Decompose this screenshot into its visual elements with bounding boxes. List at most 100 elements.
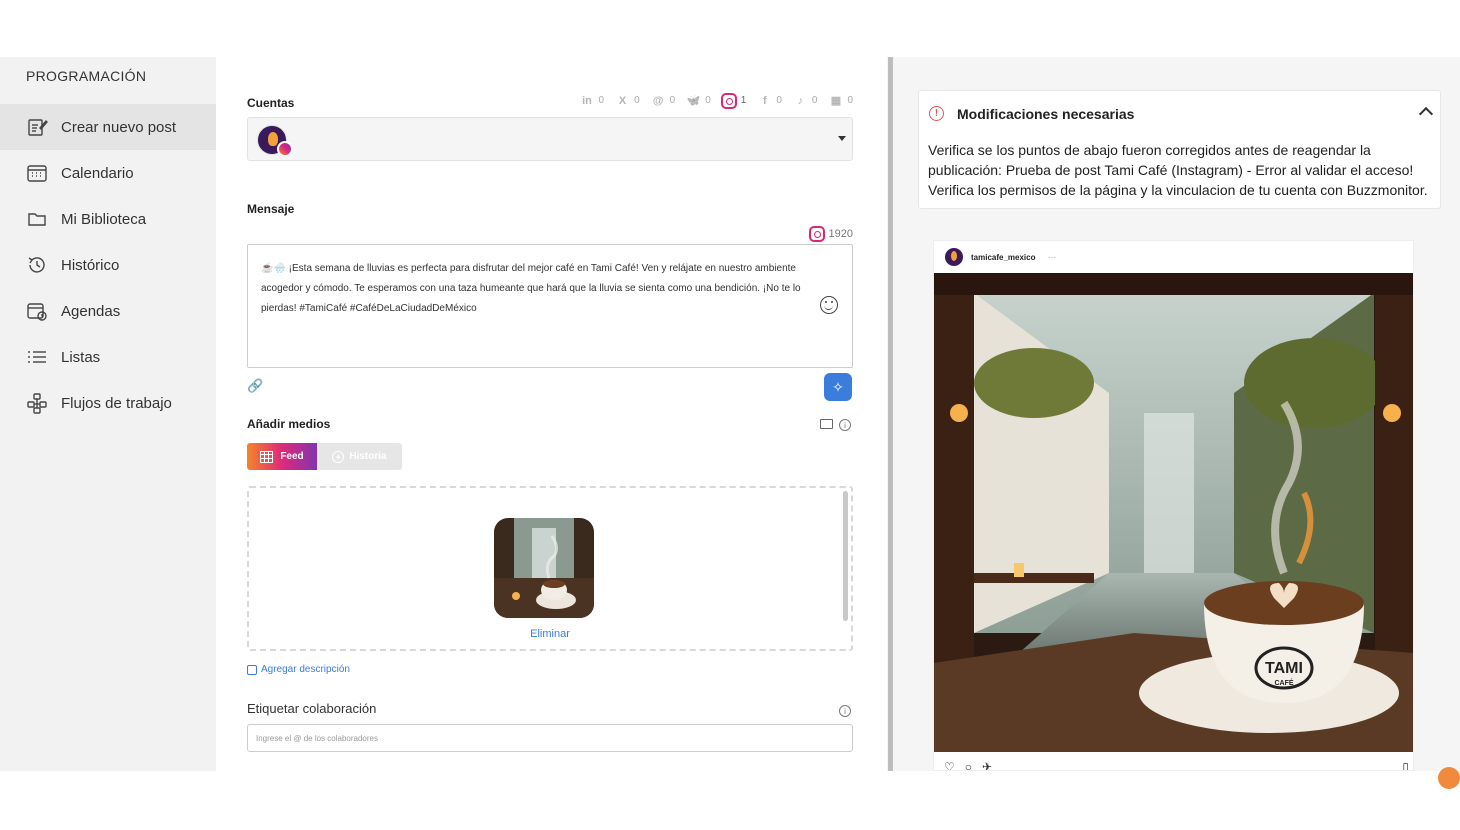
post-composer: Cuentas in 0 X0 @0 🦋 0 1 f0 ♪ 0 ▦ 0 Mensaje … <box>247 57 853 771</box>
account-selector[interactable] <box>247 117 853 161</box>
delete-media-link[interactable]: Eliminar <box>249 628 851 640</box>
sidebar-item-workflows[interactable]: Flujos de trabajo <box>0 380 216 426</box>
cup-logo-text: TAMI <box>1265 660 1303 677</box>
chevron-down-icon <box>838 136 846 141</box>
collab-input[interactable] <box>247 724 853 752</box>
folder-icon <box>26 208 48 230</box>
media-actions: i <box>820 417 851 431</box>
media-label: Añadir medios <box>247 417 331 431</box>
media-thumbnail[interactable] <box>494 518 594 618</box>
network-instagram[interactable]: 1 <box>721 92 747 109</box>
preview-image: TAMI CAFÉ <box>934 273 1413 752</box>
network-count: 0 <box>847 95 853 106</box>
network-counters: in 0 X0 @0 🦋 0 1 f0 ♪ 0 ▦ 0 <box>579 92 853 109</box>
network-count: 0 <box>598 95 605 106</box>
grid-icon <box>260 450 274 463</box>
sidebar-item-history[interactable]: Histórico <box>0 242 216 288</box>
sidebar-item-label: Crear nuevo post <box>61 118 177 136</box>
sidebar-item-library[interactable]: Mi Biblioteca <box>0 196 216 242</box>
info-icon[interactable]: i <box>839 419 851 431</box>
emoji-picker-icon[interactable] <box>820 296 838 314</box>
tab-label: Feed <box>280 451 304 462</box>
linkedin-icon: in <box>582 94 592 107</box>
message-label: Mensaje <box>247 202 295 216</box>
history-icon <box>26 254 48 276</box>
char-limit: 1920 <box>828 228 853 240</box>
network-count: 0 <box>705 95 711 106</box>
help-chat-button[interactable] <box>1438 767 1460 789</box>
tab-label: Historia <box>349 451 387 462</box>
instagram-preview-card: tamicafe_mexico ··· TAMI CAFÉ ♡ ○ ✈ ▯ <box>933 240 1414 771</box>
network-google-business[interactable]: ▦ 0 <box>827 92 853 109</box>
sidebar-heading: PROGRAMACIÓN <box>26 68 147 84</box>
sidebar-item-calendar[interactable]: Calendario <box>0 150 216 196</box>
ai-assistant-button[interactable]: ✧ <box>824 373 852 401</box>
add-description-link[interactable]: Agregar descripción <box>247 664 350 675</box>
workflow-icon <box>26 392 48 414</box>
threads-icon: @ <box>652 94 664 107</box>
preview-header: tamicafe_mexico ··· <box>934 241 1413 273</box>
comment-icon: ○ <box>964 760 973 771</box>
sidebar-item-lists[interactable]: Listas <box>0 334 216 380</box>
tab-feed[interactable]: Feed <box>247 443 317 470</box>
list-icon <box>26 346 48 368</box>
google-business-icon: ▦ <box>830 95 842 107</box>
network-facebook[interactable]: f0 <box>756 92 782 109</box>
message-textarea[interactable]: ☕🌧️ ¡Esta semana de lluvias es perfecta … <box>247 244 853 368</box>
network-count: 0 <box>811 95 818 106</box>
heart-icon: ♡ <box>944 760 955 771</box>
network-count: 0 <box>669 95 676 106</box>
network-threads[interactable]: @0 <box>650 92 676 109</box>
sidebar-item-label: Mi Biblioteca <box>61 210 147 228</box>
folder-icon[interactable] <box>820 419 833 429</box>
network-linkedin[interactable]: in 0 <box>579 92 605 109</box>
chevron-up-icon[interactable] <box>1418 106 1434 122</box>
link-icon[interactable]: 🔗 <box>247 378 263 393</box>
edit-post-icon <box>26 116 48 138</box>
media-drop-zone[interactable]: Eliminar <box>247 486 853 651</box>
add-description-label: Agregar descripción <box>261 664 350 675</box>
preview-username: tamicafe_mexico <box>971 252 1036 262</box>
sidebar-item-label: Histórico <box>61 256 120 274</box>
alert-title: Modificaciones necesarias <box>957 106 1135 122</box>
tiktok-icon: ♪ <box>797 94 804 107</box>
more-icon: ··· <box>1047 252 1057 262</box>
sidebar-item-label: Calendario <box>61 164 134 182</box>
network-bluesky[interactable]: 🦋 0 <box>685 92 711 109</box>
scrollbar[interactable] <box>843 491 848 621</box>
instagram-badge-icon <box>277 141 293 157</box>
plus-circle-icon: + <box>332 450 345 463</box>
accounts-row: Cuentas in 0 X0 @0 🦋 0 1 f0 ♪ 0 ▦ 0 <box>247 92 853 110</box>
accounts-label: Cuentas <box>247 96 295 110</box>
description-icon <box>247 664 257 675</box>
network-x[interactable]: X0 <box>614 92 640 109</box>
collab-label: Etiquetar colaboración <box>247 701 377 716</box>
instagram-icon <box>808 226 825 242</box>
preview-panel: ! Modificaciones necesarias Verifica se … <box>896 57 1460 789</box>
tab-story[interactable]: + Historia <box>317 443 402 470</box>
x-icon: X <box>618 94 627 107</box>
app-root: PROGRAMACIÓN Crear nuevo post Calendario… <box>0 57 1460 789</box>
preview-actions: ♡ ○ ✈ ▯ <box>944 760 1409 771</box>
sparkle-icon: ✧ <box>832 378 844 395</box>
preview-avatar <box>945 248 963 266</box>
bluesky-icon: 🦋 <box>686 95 701 107</box>
calendar-icon <box>26 162 48 184</box>
share-icon: ✈ <box>982 760 993 771</box>
sidebar-item-schedules[interactable]: Agendas <box>0 288 216 334</box>
network-tiktok[interactable]: ♪ 0 <box>792 92 818 109</box>
network-count: 0 <box>634 95 640 106</box>
sidebar-item-label: Flujos de trabajo <box>61 394 172 412</box>
required-changes-alert: ! Modificaciones necesarias Verifica se … <box>918 90 1441 209</box>
sidebar-item-create-post[interactable]: Crear nuevo post <box>0 104 216 150</box>
network-count: 1 <box>740 95 747 106</box>
instagram-icon <box>721 92 738 109</box>
panel-resize-handle[interactable] <box>887 57 896 771</box>
info-icon[interactable]: i <box>839 705 851 717</box>
network-count: 0 <box>776 95 782 106</box>
char-counter: 1920 <box>808 226 853 242</box>
schedule-icon <box>26 300 48 322</box>
media-format-tabs: Feed + Historia <box>247 443 402 470</box>
alert-icon: ! <box>929 106 944 121</box>
sidebar-item-label: Listas <box>61 348 101 366</box>
